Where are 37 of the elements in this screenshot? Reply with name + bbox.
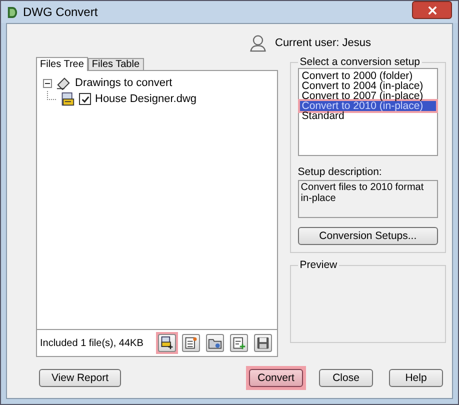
list-item[interactable]: Convert to 2007 (in-place) [300, 91, 436, 101]
tree-item[interactable]: House Designer.dwg [95, 93, 197, 105]
drawing-icon [56, 76, 71, 90]
tree-item[interactable]: Drawings to convert [75, 77, 172, 89]
dialog-button[interactable]: Help [389, 369, 443, 387]
list-add-icon [232, 336, 246, 350]
app-icon [7, 6, 18, 18]
dialog-button[interactable]: Convert [249, 369, 303, 387]
close-button[interactable] [412, 1, 452, 19]
conversion-setups-button[interactable]: Conversion Setups... [298, 227, 438, 245]
dialog-button[interactable]: Close [319, 369, 373, 387]
group-label: Preview [298, 259, 338, 271]
document-add-icon [160, 336, 174, 350]
list-item[interactable]: Convert to 2000 (folder) [300, 71, 436, 81]
window-title: DWG Convert [23, 5, 98, 19]
status-text: Included 1 file(s), 44KB [40, 338, 144, 348]
list-item[interactable]: Convert to 2010 (in-place) [300, 101, 436, 111]
toolbar-button[interactable] [182, 334, 200, 352]
save-button[interactable] [254, 334, 272, 352]
close-icon [428, 6, 436, 14]
list-item[interactable]: Convert to 2004 (in-place) [300, 81, 436, 91]
tab[interactable]: Files Table [88, 58, 144, 70]
toolbar-button[interactable] [206, 334, 224, 352]
dwg-file-icon [60, 92, 75, 106]
tab[interactable]: Files Tree [36, 57, 88, 71]
current-user-label: Current user: Jesus [275, 37, 371, 49]
dialog-button[interactable]: View Report [39, 369, 121, 387]
collapse-icon[interactable] [43, 78, 52, 88]
list-icon [184, 336, 198, 350]
toolbar-button[interactable] [230, 334, 248, 352]
setup-description-label: Setup description: [298, 166, 383, 178]
setup-description-text: Convert files to 2010 format in-place [298, 180, 438, 218]
checkbox[interactable] [79, 93, 91, 105]
group-label: Select a conversion setup [298, 56, 422, 68]
user-icon [249, 34, 267, 52]
folder-icon [208, 336, 222, 350]
list-item[interactable]: Standard [300, 111, 436, 121]
